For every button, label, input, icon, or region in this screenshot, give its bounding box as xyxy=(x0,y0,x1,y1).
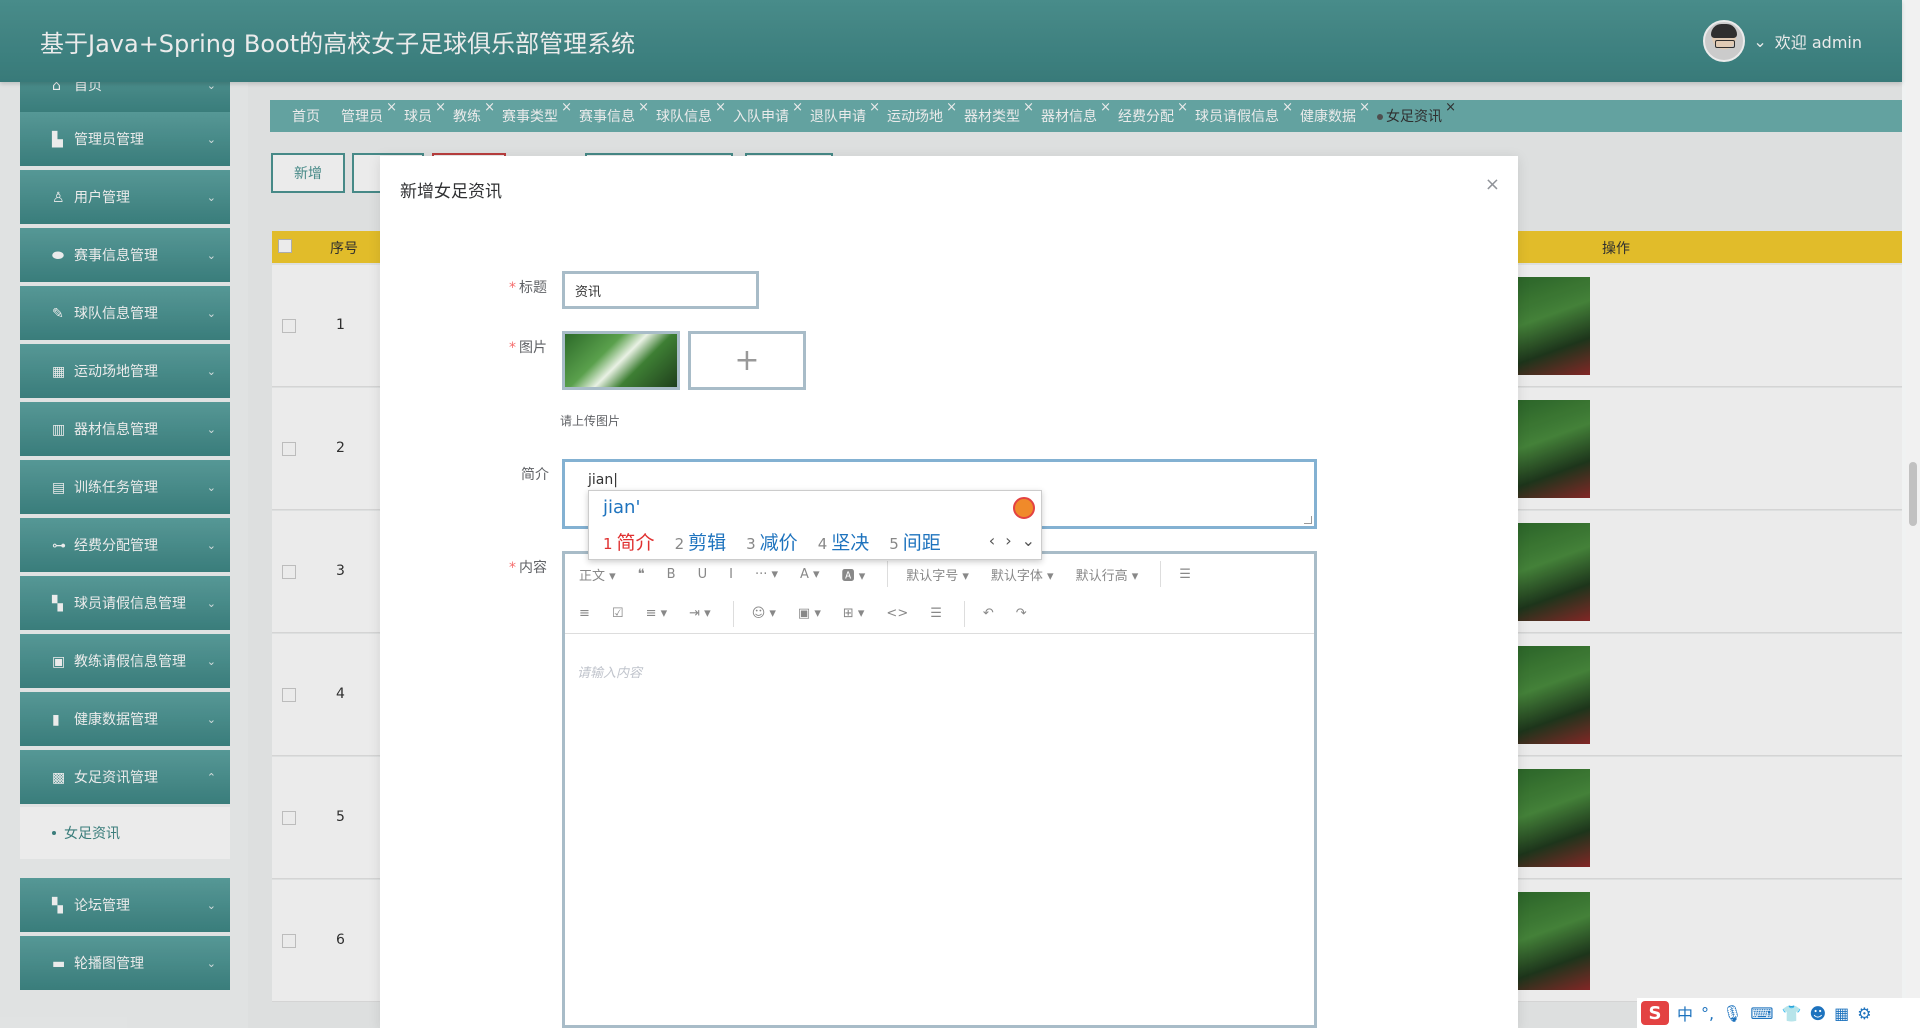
add-news-dialog: 新增女足资讯 × * 标题 资讯 * 图片 + 请上传图片 简介 jian| * 内容… xyxy=(380,156,1518,1028)
upload-image-button[interactable]: + xyxy=(688,331,806,390)
editor-placeholder[interactable]: 请输入内容 xyxy=(577,662,642,681)
toolbar-separator xyxy=(1160,561,1162,587)
editor-tool-row1-5[interactable]: ··· ▾ xyxy=(755,567,778,582)
ime-logo-icon[interactable]: S xyxy=(1641,1001,1669,1025)
image-hint: 请上传图片 xyxy=(560,414,621,428)
toolbar-separator xyxy=(887,561,889,587)
chevron-left-icon[interactable]: ‹ xyxy=(989,531,995,550)
editor-tool-row1-3[interactable]: U xyxy=(698,567,708,582)
ime-logo-icon xyxy=(1013,497,1035,519)
ime-mode-toggle[interactable]: 中 xyxy=(1677,1001,1693,1025)
editor-tool-row2-6[interactable]: ⊞ ▾ xyxy=(843,606,865,621)
emoji-icon[interactable]: ☻ xyxy=(1809,1004,1826,1023)
editor-tool-row2-8[interactable]: ☰ xyxy=(930,606,942,621)
editor-tool-row2-7[interactable]: <> xyxy=(886,606,908,621)
content-label: * 内容 xyxy=(509,560,547,576)
skin-icon[interactable]: 👕 xyxy=(1782,1004,1802,1023)
resize-handle[interactable] xyxy=(1304,516,1312,524)
editor-tool-row2-9[interactable]: ↶ xyxy=(983,606,994,621)
title-label: * 标题 xyxy=(509,280,547,296)
uploaded-image-thumbnail[interactable] xyxy=(562,331,680,390)
editor-tool-row1-11[interactable]: ☰ xyxy=(1179,567,1191,582)
editor-tool-row1-7[interactable]: 🅰 ▾ xyxy=(842,565,866,584)
chevron-right-icon[interactable]: › xyxy=(1005,531,1011,550)
keyboard-icon[interactable]: ⌨ xyxy=(1750,1004,1773,1023)
close-icon[interactable]: × xyxy=(1485,174,1500,195)
image-label: * 图片 xyxy=(509,340,547,356)
editor-tool-row2-4[interactable]: ☺ ▾ xyxy=(752,606,776,621)
ime-nav: ‹ › ⌄ xyxy=(989,531,1035,550)
apps-icon[interactable]: ▦ xyxy=(1834,1004,1849,1023)
ime-candidate[interactable]: 4 坚决 xyxy=(818,528,870,555)
punctuation-icon[interactable]: °, xyxy=(1701,1004,1714,1023)
ime-status-bar: S 中 °, 🎙 ⌨ 👕 ☻ ▦ ⚙ xyxy=(1637,998,1920,1028)
page-scrollbar[interactable] xyxy=(1906,0,1920,1028)
scrollbar-thumb[interactable] xyxy=(1909,462,1917,526)
editor-tool-row2-3[interactable]: ⇥ ▾ xyxy=(689,606,711,621)
editor-tool-row2-2[interactable]: ≡ ▾ xyxy=(646,606,668,621)
editor-tool-row1-6[interactable]: A ▾ xyxy=(800,567,820,582)
editor-tool-row1-2[interactable]: B xyxy=(667,567,676,582)
editor-tool-row1-8[interactable]: 默认字号 ▾ xyxy=(906,565,969,584)
editor-toolbar: ≡ ☑ ≡ ▾ ⇥ ▾ ☺ ▾ ▣ ▾ ⊞ ▾ <> ☰ ↶ ↷ xyxy=(565,594,1314,634)
toolbar-separator xyxy=(963,600,965,627)
editor-tool-row1-1[interactable]: ❝ xyxy=(638,567,645,582)
microphone-icon[interactable]: 🎙 xyxy=(1722,1004,1742,1023)
toolbar-separator xyxy=(732,600,734,627)
ime-candidates: 1 简介 2 剪辑 3 减价 4 坚决 5 间距 xyxy=(603,528,941,555)
editor-tool-row2-5[interactable]: ▣ ▾ xyxy=(798,606,821,621)
editor-tool-row1-9[interactable]: 默认字体 ▾ xyxy=(991,565,1054,584)
editor-toolbar: 正文 ▾ ❝ B U I ··· ▾ A ▾ 🅰 ▾ 默认字号 ▾ 默认字体 ▾ 默认行高 ▾ ☰ xyxy=(565,554,1314,594)
ime-pinyin: jian' xyxy=(603,497,641,518)
dialog-title: 新增女足资讯 xyxy=(400,182,502,202)
editor-tool-row1-10[interactable]: 默认行高 ▾ xyxy=(1076,565,1139,584)
editor-tool-row2-10[interactable]: ↷ xyxy=(1016,606,1027,621)
editor-tool-row1-4[interactable]: I xyxy=(729,567,733,582)
rich-text-editor: 正文 ▾ ❝ B U I ··· ▾ A ▾ 🅰 ▾ 默认字号 ▾ 默认字体 ▾ 默认行高 ▾ ☰ ≡… xyxy=(562,551,1317,1028)
ime-candidate[interactable]: 5 间距 xyxy=(889,528,941,555)
ime-candidate-popup: jian' 1 简介 2 剪辑 3 减价 4 坚决 5 间距 ‹ › ⌄ xyxy=(588,490,1042,560)
settings-icon[interactable]: ⚙ xyxy=(1857,1004,1871,1023)
ime-candidate[interactable]: 1 简介 xyxy=(603,528,655,555)
summary-label: 简介 xyxy=(521,467,549,483)
title-input[interactable]: 资讯 xyxy=(562,271,759,309)
editor-tool-row2-0[interactable]: ≡ xyxy=(579,606,590,621)
ime-candidate[interactable]: 2 剪辑 xyxy=(675,528,727,555)
ime-candidate[interactable]: 3 减价 xyxy=(746,528,798,555)
editor-tool-row2-1[interactable]: ☑ xyxy=(612,606,624,621)
editor-tool-row1-0[interactable]: 正文 ▾ xyxy=(579,565,616,584)
chevron-down-icon[interactable]: ⌄ xyxy=(1022,531,1035,550)
